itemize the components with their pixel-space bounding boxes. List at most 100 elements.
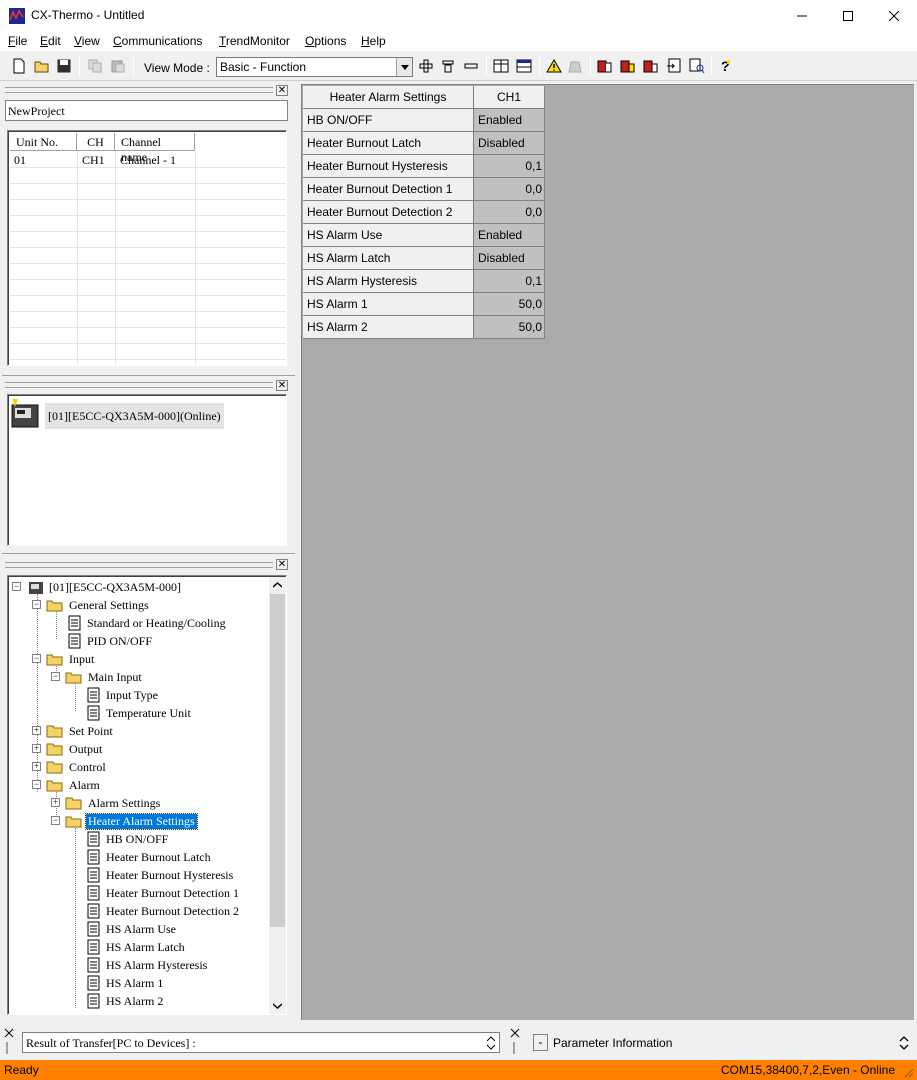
tree-leaf-pid-on-off[interactable]: PID ON/OFF <box>68 632 154 650</box>
param-value-cell[interactable]: Enabled <box>474 224 545 247</box>
tree-leaf-hb-on-off[interactable]: HB ON/OFF <box>87 830 170 848</box>
filter-button[interactable] <box>439 57 457 75</box>
param-value-cell[interactable]: Disabled <box>474 247 545 270</box>
tree-leaf-heater-burnout-latch[interactable]: Heater Burnout Latch <box>87 848 213 866</box>
device-panel-close-icon[interactable]: ✕ <box>276 380 288 391</box>
column-header-unit-no[interactable]: Unit No. <box>10 133 77 151</box>
tree-node-input[interactable]: − Input <box>32 650 96 668</box>
tree-leaf-heater-burnout-hysteresis[interactable]: Heater Burnout Hysteresis <box>87 866 235 884</box>
menu-help[interactable]: Help <box>361 34 386 48</box>
copy-button[interactable] <box>86 57 104 75</box>
device-label[interactable]: [01][E5CC-QX3A5M-000](Online) <box>45 403 224 429</box>
view-mode-label: View Mode : <box>144 61 210 75</box>
paste-button[interactable] <box>109 57 127 75</box>
param-value-cell[interactable]: Enabled <box>474 109 545 132</box>
ch-cell: CH1 <box>82 153 105 167</box>
panel-grip[interactable] <box>5 562 273 568</box>
chevron-up-icon[interactable] <box>273 582 282 588</box>
param-value-cell[interactable]: Disabled <box>474 132 545 155</box>
menu-communications[interactable]: Communications <box>113 34 202 48</box>
spin-updown-icon[interactable] <box>487 1036 495 1050</box>
help-button[interactable]: ? <box>717 57 735 75</box>
column-header-ch[interactable]: CH <box>77 133 115 151</box>
pane-close-icon[interactable] <box>510 1028 520 1038</box>
alert-icon <box>546 59 562 73</box>
alert-button[interactable] <box>545 57 563 75</box>
tree-node-general-settings[interactable]: − General Settings <box>32 596 151 614</box>
grid-view-button[interactable] <box>515 57 533 75</box>
param-value-cell[interactable]: 0,1 <box>474 155 545 178</box>
tree-node-control[interactable]: + Control <box>32 758 108 776</box>
open-button[interactable] <box>33 57 51 75</box>
new-file-button[interactable] <box>10 57 28 75</box>
project-panel-close-icon[interactable]: ✕ <box>276 85 288 96</box>
title-bar: CX-Thermo - Untitled <box>0 0 917 31</box>
panel-grip[interactable] <box>5 382 273 388</box>
add-device-button[interactable] <box>417 57 435 75</box>
folder-open-icon <box>65 816 82 828</box>
controller-device-icon <box>11 399 39 428</box>
transfer-settings-button[interactable] <box>665 57 683 75</box>
menu-options[interactable]: Options <box>305 34 346 48</box>
tree-leaf-hs-alarm-1[interactable]: HS Alarm 1 <box>87 974 165 992</box>
tree-leaf-hs-alarm-use[interactable]: HS Alarm Use <box>87 920 178 938</box>
tree-node-heater-alarm-settings[interactable]: − Heater Alarm Settings <box>51 812 198 830</box>
tree-node-set-point[interactable]: + Set Point <box>32 722 115 740</box>
tree-node-alarm[interactable]: − Alarm <box>32 776 102 794</box>
tree-leaf-heater-burnout-detection-2[interactable]: Heater Burnout Detection 2 <box>87 902 241 920</box>
tree-panel-close-icon[interactable]: ✕ <box>276 559 288 570</box>
chevron-down-icon[interactable] <box>273 1003 282 1009</box>
menu-file[interactable]: File <box>8 34 27 48</box>
remove-button[interactable] <box>462 57 480 75</box>
param-value-cell[interactable]: 0,0 <box>474 178 545 201</box>
mute-alert-button[interactable] <box>566 57 584 75</box>
tree-node-main-input[interactable]: − Main Input <box>51 668 144 686</box>
table-row[interactable]: 01 CH1 Channel - 1 <box>10 152 286 168</box>
compare-device-button[interactable] <box>642 57 660 75</box>
chevron-down-icon[interactable] <box>396 58 412 76</box>
menu-view[interactable]: View <box>74 34 100 48</box>
compare-button[interactable] <box>492 57 510 75</box>
close-button[interactable] <box>871 0 917 31</box>
document-icon <box>87 975 100 991</box>
menu-trendmonitor[interactable]: TrendMonitor <box>219 34 290 48</box>
resize-grip-icon[interactable] <box>902 1066 914 1078</box>
tree-leaf-input-type[interactable]: Input Type <box>87 686 160 704</box>
tree-leaf-hs-alarm-2[interactable]: HS Alarm 2 <box>87 992 165 1010</box>
param-value-cell[interactable]: 0,1 <box>474 270 545 293</box>
tree-leaf-standard-or-heating-cooling[interactable]: Standard or Heating/Cooling <box>68 614 228 632</box>
transfer-from-device-button[interactable] <box>619 57 637 75</box>
param-value-cell[interactable]: 50,0 <box>474 316 545 339</box>
pane-grip[interactable] <box>6 1042 8 1054</box>
project-name-field[interactable]: NewProject <box>5 100 288 121</box>
window-title: CX-Thermo - Untitled <box>31 8 145 22</box>
spin-updown-icon[interactable] <box>899 1035 909 1051</box>
search-device-button[interactable] <box>688 57 706 75</box>
param-value-cell[interactable]: 0,0 <box>474 201 545 224</box>
tree-node-alarm-settings[interactable]: + Alarm Settings <box>51 794 162 812</box>
maximize-button[interactable] <box>825 0 871 31</box>
tree-root-device[interactable]: − [01][E5CC-QX3A5M-000] <box>12 578 183 596</box>
scrollbar-thumb[interactable] <box>270 594 285 927</box>
tree-node-output[interactable]: + Output <box>32 740 104 758</box>
param-value-cell[interactable]: 50,0 <box>474 293 545 316</box>
tree-scrollbar[interactable] <box>269 577 286 1014</box>
minimize-button[interactable] <box>779 0 825 31</box>
tree-leaf-temperature-unit[interactable]: Temperature Unit <box>87 704 193 722</box>
transfer-to-device-button[interactable] <box>596 57 614 75</box>
tree-leaf-hs-alarm-hysteresis[interactable]: HS Alarm Hysteresis <box>87 956 209 974</box>
grid-header-channel[interactable]: CH1 <box>474 86 545 109</box>
menu-edit[interactable]: Edit <box>40 34 61 48</box>
param-info-toggle-button[interactable]: - <box>533 1034 548 1051</box>
tree-leaf-hs-alarm-latch[interactable]: HS Alarm Latch <box>87 938 187 956</box>
transfer-result-field[interactable]: Result of Transfer[PC to Devices] : <box>22 1032 500 1053</box>
view-mode-select[interactable]: Basic - Function <box>216 57 413 77</box>
column-header-channel-name[interactable]: Channel name <box>115 133 195 164</box>
save-button[interactable] <box>55 57 73 75</box>
paste-icon <box>111 60 125 73</box>
tree-leaf-heater-burnout-detection-1[interactable]: Heater Burnout Detection 1 <box>87 884 241 902</box>
folder-open-icon <box>46 654 63 666</box>
panel-grip[interactable] <box>5 87 273 93</box>
pane-close-icon[interactable] <box>4 1028 14 1038</box>
pane-grip[interactable] <box>513 1042 515 1054</box>
